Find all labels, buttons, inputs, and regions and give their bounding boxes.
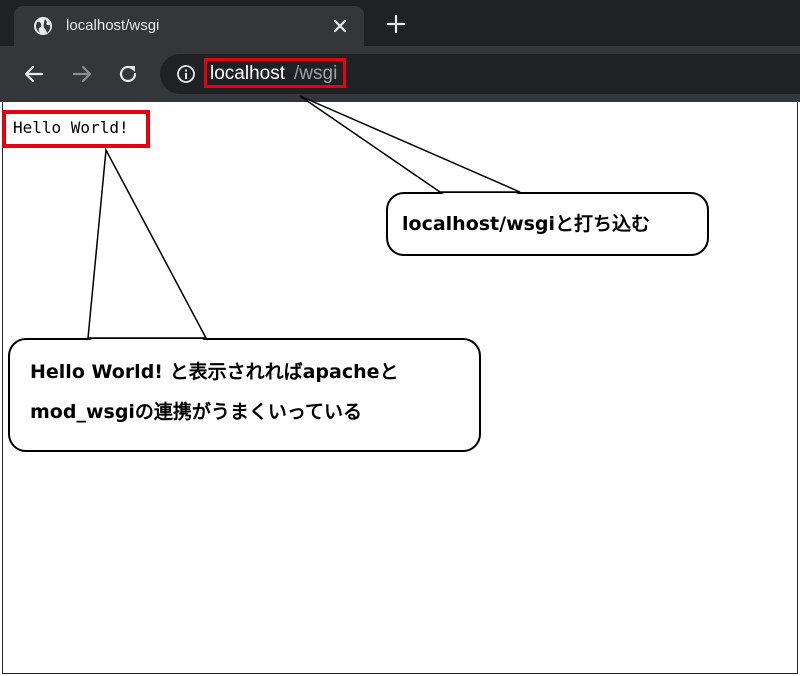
reload-icon[interactable] bbox=[116, 62, 140, 86]
tab-title: localhost/wsgi bbox=[66, 17, 160, 34]
info-icon[interactable] bbox=[176, 64, 196, 84]
browser-toolbar: localhost /wsgi bbox=[0, 46, 800, 102]
result-callout: Hello World! と表示されればapacheと mod_wsgiの連携が… bbox=[8, 338, 481, 452]
hello-highlight-box bbox=[2, 110, 150, 148]
result-callout-line-1: Hello World! と表示されればapacheと bbox=[30, 361, 399, 383]
tab-strip: localhost/wsgi bbox=[0, 0, 800, 46]
forward-arrow-icon[interactable] bbox=[70, 62, 94, 86]
close-icon[interactable] bbox=[329, 15, 351, 37]
url-callout: localhost/wsgiと打ち込む bbox=[386, 192, 709, 256]
browser-tab[interactable]: localhost/wsgi bbox=[14, 6, 364, 46]
back-arrow-icon[interactable] bbox=[22, 62, 46, 86]
url-callout-text: localhost/wsgiと打ち込む bbox=[402, 213, 651, 235]
result-callout-line-2: mod_wsgiの連携がうまくいっている bbox=[30, 401, 362, 423]
url-host[interactable]: localhost bbox=[210, 62, 285, 86]
url-path[interactable]: /wsgi bbox=[294, 62, 337, 86]
new-tab-plus-icon[interactable] bbox=[384, 12, 408, 36]
globe-icon bbox=[34, 17, 52, 35]
address-bar[interactable]: localhost /wsgi bbox=[160, 54, 800, 94]
